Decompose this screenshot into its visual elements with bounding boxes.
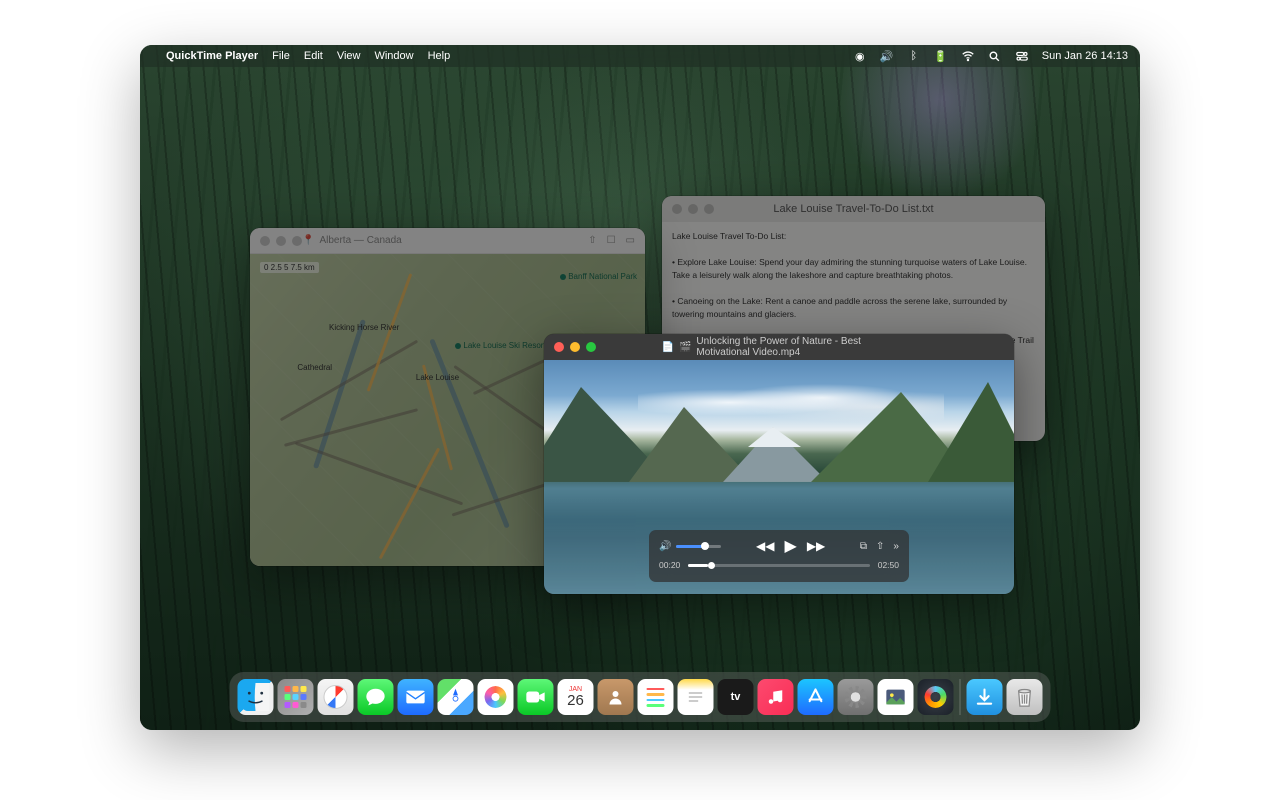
minimize-button[interactable] xyxy=(570,342,580,352)
menu-view[interactable]: View xyxy=(337,50,361,62)
menubar-datetime[interactable]: Sun Jan 26 14:13 xyxy=(1042,50,1128,62)
map-label-cathedral: Cathedral xyxy=(297,363,332,372)
volume-knob[interactable] xyxy=(701,542,709,550)
dock-preview-icon[interactable] xyxy=(878,679,914,715)
menubar-app-name[interactable]: QuickTime Player xyxy=(166,50,258,62)
dock-downloads-icon[interactable] xyxy=(967,679,1003,715)
wifi-icon[interactable] xyxy=(961,49,975,63)
map-scale: 0 2.5 5 7.5 km xyxy=(260,262,319,273)
close-button[interactable] xyxy=(260,236,270,246)
dock-launchpad-icon[interactable] xyxy=(278,679,314,715)
dock-messages-icon[interactable] xyxy=(358,679,394,715)
dock-contacts-icon[interactable] xyxy=(598,679,634,715)
maps-title-text: Alberta — Canada xyxy=(319,235,401,246)
quicktime-title-text: Unlocking the Power of Nature - Best Mot… xyxy=(696,336,896,358)
map-highway xyxy=(379,448,440,560)
close-button[interactable] xyxy=(672,204,682,214)
video-mountain xyxy=(928,382,1015,482)
quicktime-titlebar[interactable]: 📄 🎬 Unlocking the Power of Nature - Best… xyxy=(544,334,1014,360)
duration: 02:50 xyxy=(878,560,899,570)
desktop-screen: QuickTime Player File Edit View Window H… xyxy=(140,45,1140,730)
quicktime-window[interactable]: 📄 🎬 Unlocking the Power of Nature - Best… xyxy=(544,334,1014,594)
dock-calendar-icon[interactable]: JAN 26 xyxy=(558,679,594,715)
more-button[interactable]: » xyxy=(893,541,899,552)
textedit-item-2: • Canoeing on the Lake: Rent a canoe and… xyxy=(672,296,1010,319)
calendar-day: 26 xyxy=(567,693,584,708)
menu-file[interactable]: File xyxy=(272,50,290,62)
menu-help[interactable]: Help xyxy=(428,50,451,62)
forward-button[interactable]: ▶▶ xyxy=(807,539,825,553)
dock-appstore-icon[interactable] xyxy=(798,679,834,715)
dock-notes-icon[interactable] xyxy=(678,679,714,715)
menubar: QuickTime Player File Edit View Window H… xyxy=(140,45,1140,67)
volume-icon[interactable]: 🔊 xyxy=(880,49,894,63)
dock-mail-icon[interactable] xyxy=(398,679,434,715)
dock-settings-icon[interactable] xyxy=(838,679,874,715)
document-icon: 📄 xyxy=(662,342,674,353)
control-center-icon[interactable] xyxy=(1015,49,1029,63)
current-time: 00:20 xyxy=(659,560,680,570)
textedit-title: Lake Louise Travel-To-Do List.txt xyxy=(773,203,933,215)
map-label-kicking-horse: Kicking Horse River xyxy=(329,323,399,332)
map-poi-ski[interactable]: Lake Louise Ski Resort xyxy=(455,341,545,350)
map-label-lake-louise[interactable]: Lake Louise xyxy=(416,373,459,382)
map-terrain xyxy=(280,339,418,421)
dock-photos-icon[interactable] xyxy=(478,679,514,715)
dock-separator xyxy=(960,679,961,715)
minimize-button[interactable] xyxy=(276,236,286,246)
minimize-button[interactable] xyxy=(688,204,698,214)
voiceover-icon[interactable]: ◉ xyxy=(853,49,867,63)
movie-icon: 🎬 xyxy=(679,342,691,353)
location-icon: 📍 xyxy=(302,235,314,246)
bluetooth-icon[interactable]: ᛒ xyxy=(907,49,921,63)
share-button[interactable]: ⇧ xyxy=(876,541,884,552)
pip-button[interactable]: ⧉ xyxy=(860,541,867,552)
map-highway xyxy=(367,273,413,391)
battery-icon[interactable]: 🔋 xyxy=(934,49,948,63)
seek-bar[interactable] xyxy=(688,564,869,567)
textedit-titlebar[interactable]: Lake Louise Travel-To-Do List.txt xyxy=(662,196,1045,222)
player-controls: 🔊 ◀◀ ▶ ▶▶ ⧉ ⇧ » xyxy=(649,530,909,582)
dock-facetime-icon[interactable] xyxy=(518,679,554,715)
dock-music-icon[interactable] xyxy=(758,679,794,715)
textedit-item-1: • Explore Lake Louise: Spend your day ad… xyxy=(672,257,1029,280)
maps-share-icon[interactable]: ⇧ xyxy=(588,235,596,246)
dock-reminders-icon[interactable] xyxy=(638,679,674,715)
maps-bookmark-icon[interactable]: ☐ xyxy=(607,235,616,246)
zoom-button[interactable] xyxy=(586,342,596,352)
seek-knob[interactable] xyxy=(708,562,715,569)
dock-finder-icon[interactable] xyxy=(238,679,274,715)
video-frame[interactable]: 🔊 ◀◀ ▶ ▶▶ ⧉ ⇧ » xyxy=(544,360,1014,594)
dock-trash-icon[interactable] xyxy=(1007,679,1043,715)
dock-safari-icon[interactable] xyxy=(318,679,354,715)
maps-titlebar[interactable]: 📍 Alberta — Canada ⇧ ☐ ▭ xyxy=(250,228,645,254)
volume-slider[interactable] xyxy=(676,545,721,548)
map-terrain xyxy=(284,408,418,447)
dock-quicktime-icon[interactable] xyxy=(918,679,954,715)
zoom-button[interactable] xyxy=(704,204,714,214)
map-poi-banff[interactable]: Banff National Park xyxy=(560,272,637,281)
zoom-button[interactable] xyxy=(292,236,302,246)
textedit-heading: Lake Louise Travel To-Do List: xyxy=(672,231,786,241)
menu-edit[interactable]: Edit xyxy=(304,50,323,62)
spotlight-icon[interactable] xyxy=(988,49,1002,63)
maps-view-icon[interactable]: ▭ xyxy=(626,235,635,246)
volume-icon[interactable]: 🔊 xyxy=(659,541,671,552)
close-button[interactable] xyxy=(554,342,564,352)
seek-fill xyxy=(688,564,708,567)
rewind-button[interactable]: ◀◀ xyxy=(756,539,774,553)
menu-window[interactable]: Window xyxy=(374,50,413,62)
dock: JAN 26 tv xyxy=(230,672,1051,722)
play-button[interactable]: ▶ xyxy=(785,536,797,556)
dock-maps-icon[interactable] xyxy=(438,679,474,715)
dock-tv-icon[interactable]: tv xyxy=(718,679,754,715)
